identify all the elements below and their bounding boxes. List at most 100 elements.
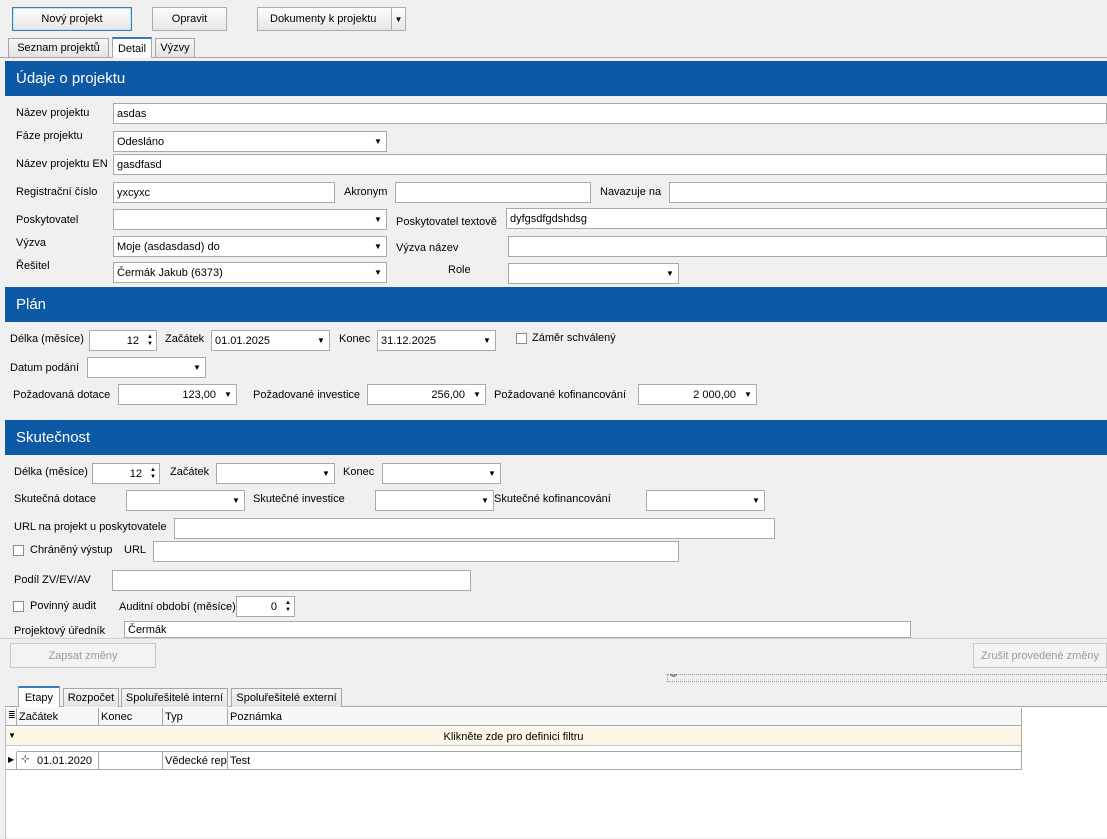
spin-arrows-icon[interactable]: ▲ ▼ [144, 331, 156, 350]
solver-value: Čermák Jakub (6373) [117, 266, 223, 279]
filter-row[interactable]: ▼ Klikněte zde pro definici filtru [5, 727, 1022, 746]
submit-date-select[interactable]: ▼ [87, 357, 206, 378]
provider-label: Poskytovatel [16, 214, 79, 226]
save-changes-button[interactable]: Zapsat změny [10, 643, 156, 668]
expand-icon[interactable]: ⊹ [21, 754, 29, 765]
follows-input[interactable] [669, 182, 1107, 203]
tab-project-list-label: Seznam projektů [17, 42, 100, 54]
tab-stages[interactable]: Etapy [18, 686, 60, 707]
submit-date-label: Datum podání [10, 362, 80, 374]
actual-length-stepper[interactable]: 12 ▲ ▼ [92, 463, 160, 484]
follows-label: Navazuje na [600, 186, 662, 198]
tab-project-list[interactable]: Seznam projektů [8, 38, 109, 57]
protected-output-checkbox[interactable] [13, 545, 24, 556]
table-row[interactable]: ▶ ⊹ 01.01.2020 Vědecké rep Test [5, 752, 1022, 770]
project-name-en-label: Název projektu EN [16, 158, 108, 170]
tab-budget-label: Rozpočet [67, 692, 115, 704]
req-cofinancing-input[interactable]: 2 000,00 ▼ [638, 384, 757, 405]
plan-length-stepper[interactable]: 12 ▲ ▼ [89, 330, 157, 351]
column-header-type[interactable]: Typ [165, 711, 183, 723]
registration-number-input[interactable]: yxcyxc [113, 182, 335, 203]
plan-end-date[interactable]: 31.12.2025 ▼ [377, 330, 496, 351]
call-select[interactable]: Moje (asdasdasd) do ▼ [113, 236, 387, 257]
actual-subsidy-input[interactable]: ▼ [126, 490, 245, 511]
call-name-input[interactable] [508, 236, 1107, 257]
registration-number-value: yxcyxc [117, 186, 150, 199]
provider-text-input[interactable]: dyfgsdfgdshdsg [506, 208, 1107, 229]
chevron-down-icon: ▼ [744, 390, 752, 399]
chevron-down-icon: ▼ [374, 137, 382, 146]
actual-section-header: Skutečnost [5, 420, 1107, 455]
actual-subsidy-label: Skutečná dotace [14, 493, 96, 505]
tab-budget[interactable]: Rozpočet [63, 688, 119, 707]
url-input[interactable] [153, 541, 679, 562]
req-subsidy-input[interactable]: 123,00 ▼ [118, 384, 237, 405]
tab-stages-label: Etapy [24, 691, 54, 704]
url-provider-input[interactable] [174, 518, 775, 539]
audit-period-label: Auditní období (měsíce) [119, 601, 236, 613]
req-cofinancing-label: Požadované kofinancování [494, 389, 627, 401]
project-name-en-value: gasdfasd [117, 158, 162, 171]
cancel-changes-button[interactable]: Zrušit provedené změny [973, 643, 1107, 668]
actual-section-title: Skutečnost [16, 429, 91, 446]
column-header-start[interactable]: Začátek [19, 711, 58, 723]
chevron-down-icon: ▼ [232, 496, 240, 505]
tab-external-cosolvers[interactable]: Spoluřešitelé externí [231, 688, 342, 707]
divider [5, 708, 6, 839]
provider-select[interactable]: ▼ [113, 209, 387, 230]
new-project-button[interactable]: Nový projekt [12, 7, 132, 31]
actual-start-date[interactable]: ▼ [216, 463, 335, 484]
column-header-note[interactable]: Poznámka [230, 711, 282, 723]
row-note-cell: Test [230, 755, 251, 767]
tab-detail-label: Detail [117, 42, 147, 55]
actual-cofinancing-input[interactable]: ▼ [646, 490, 765, 511]
chevron-down-icon: ▼ [481, 496, 489, 505]
tab-detail[interactable]: Detail [112, 37, 152, 58]
acronym-input[interactable] [395, 182, 591, 203]
mandatory-audit-label: Povinný audit [30, 600, 97, 612]
project-name-en-input[interactable]: gasdfasd [113, 154, 1107, 175]
plan-start-date[interactable]: 01.01.2025 ▼ [211, 330, 330, 351]
divider [1021, 708, 1022, 770]
solver-select[interactable]: Čermák Jakub (6373) ▼ [113, 262, 387, 283]
share-input[interactable] [112, 570, 471, 591]
provider-text-label: Poskytovatel textově [396, 216, 497, 228]
url-label: URL [124, 544, 147, 556]
project-phase-select[interactable]: Odesláno ▼ [113, 131, 387, 152]
divider [0, 638, 1107, 639]
documents-dropdown-icon[interactable]: ▼ [391, 8, 405, 30]
tab-calls[interactable]: Výzvy [155, 38, 195, 57]
tab-external-label: Spoluřešitelé externí [236, 692, 337, 704]
actual-end-date[interactable]: ▼ [382, 463, 501, 484]
tab-strip-line [0, 57, 1107, 58]
approved-checkbox[interactable] [516, 333, 527, 344]
row-type-cell: Vědecké rep [165, 755, 227, 767]
plan-end-label: Konec [339, 333, 371, 345]
tab-internal-label: Spoluřešitelé interní [125, 692, 224, 704]
share-label: Podíl ZV/EV/AV [14, 574, 91, 586]
spin-arrows-icon[interactable]: ▲ ▼ [282, 597, 294, 616]
call-value: Moje (asdasdasd) do [117, 240, 220, 253]
project-name-input[interactable]: asdas [113, 103, 1107, 124]
req-investment-input[interactable]: 256,00 ▼ [367, 384, 486, 405]
project-officer-value: Čermák [128, 623, 167, 636]
divider [227, 708, 228, 726]
actual-investment-input[interactable]: ▼ [375, 490, 494, 511]
documents-button[interactable]: Dokumenty k projektu ▼ [257, 7, 406, 31]
mandatory-audit-checkbox[interactable] [13, 601, 24, 612]
edit-button[interactable]: Opravit [152, 7, 227, 31]
column-chooser-icon[interactable]: ≣ [8, 710, 16, 721]
role-select[interactable]: ▼ [508, 263, 679, 284]
plan-start-value: 01.01.2025 [215, 334, 271, 347]
tab-internal-cosolvers[interactable]: Spoluřešitelé interní [121, 688, 228, 707]
project-officer-label: Projektový úředník [14, 625, 106, 637]
plan-section-header: Plán [5, 287, 1107, 322]
audit-period-stepper[interactable]: 0 ▲ ▼ [236, 596, 295, 617]
column-header-end[interactable]: Konec [101, 711, 132, 723]
actual-cofinancing-label: Skutečné kofinancování [494, 493, 611, 505]
splitter-handle[interactable]: ︾ [667, 674, 1107, 682]
spin-arrows-icon[interactable]: ▲ ▼ [147, 464, 159, 483]
row-indicator-icon: ▶ [8, 755, 15, 764]
project-officer-input[interactable]: Čermák [124, 621, 911, 638]
chevron-down-icon: ▼ [752, 496, 760, 505]
